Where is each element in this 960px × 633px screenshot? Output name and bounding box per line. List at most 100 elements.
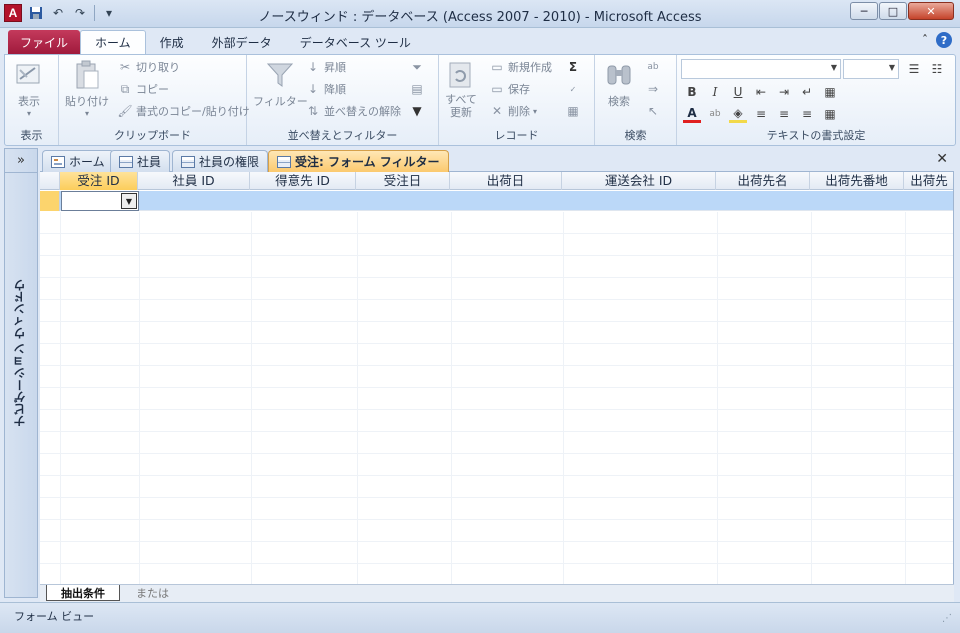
column-header[interactable]: 得意先 ID: [250, 172, 356, 190]
navigation-pane[interactable]: » ナビゲーション ウィンドウ: [4, 148, 38, 598]
delete-record-label: 削除: [508, 105, 530, 118]
select-button[interactable]: ↖: [645, 101, 661, 121]
order-id-criteria-combo[interactable]: ▼: [61, 191, 139, 211]
font-name-dropdown[interactable]: ▼: [681, 59, 841, 79]
italic-icon[interactable]: I: [706, 83, 724, 101]
refresh-all-button[interactable]: すべて 更新: [445, 59, 477, 119]
paragraph-row: B I U ⇤ ⇥ ↵ ▦: [683, 83, 839, 101]
cut-button[interactable]: ✂ 切り取り: [117, 57, 180, 77]
close-button[interactable]: ✕: [908, 2, 954, 20]
column-header[interactable]: 出荷先名: [716, 172, 810, 190]
save-record-icon: ▭: [491, 82, 503, 96]
doc-tab-employees[interactable]: 社員: [110, 150, 171, 172]
view-button[interactable]: 表示 ▾: [13, 59, 45, 118]
table-icon: [277, 155, 291, 168]
column-header[interactable]: 受注 ID: [60, 172, 138, 190]
empty-grid-area: [40, 212, 953, 584]
window-title: ノースウィンド : データベース (Access 2007 - 2010) - …: [258, 10, 702, 25]
grid-line: [563, 212, 564, 584]
replace-button[interactable]: ab: [645, 57, 661, 77]
tab-create[interactable]: 作成: [146, 30, 198, 54]
close-document-icon[interactable]: ✕: [936, 151, 948, 167]
more-records-button[interactable]: ▦: [565, 101, 581, 121]
increase-indent-icon[interactable]: ⇥: [775, 83, 793, 101]
doc-tab-home[interactable]: ホーム: [42, 150, 114, 172]
collapse-ribbon-icon[interactable]: ˆ: [922, 33, 928, 47]
doc-tab-orders-filter[interactable]: 受注: フォーム フィルター: [268, 150, 449, 172]
sort-descending-button[interactable]: ↓ 降順: [305, 79, 346, 99]
chevron-down-icon[interactable]: ▼: [121, 193, 137, 209]
tab-home[interactable]: ホーム: [80, 30, 146, 54]
column-header-row: 受注 ID 社員 ID 得意先 ID 受注日 出荷日 運送会社 ID 出荷先名 …: [40, 172, 953, 190]
tab-file[interactable]: ファイル: [8, 30, 81, 54]
criteria-row[interactable]: [40, 191, 953, 211]
grid-line: [139, 212, 140, 584]
group-text-format-label: テキストの書式設定: [766, 129, 866, 142]
align-center-icon[interactable]: ≡: [775, 105, 793, 123]
delete-record-button[interactable]: ✕ 削除 ▾: [489, 101, 537, 121]
scissors-icon: ✂: [119, 60, 131, 74]
column-header[interactable]: 出荷先番地: [810, 172, 904, 190]
gridlines-icon[interactable]: ▦: [821, 83, 839, 101]
column-header[interactable]: 出荷日: [450, 172, 562, 190]
font-color-icon[interactable]: A: [683, 105, 701, 123]
group-records: すべて 更新 ▭ 新規作成 ▭ 保存 ✕ 削除 ▾ Σ ✓ ▦ レコード: [439, 55, 595, 145]
new-record-icon: ▭: [491, 60, 503, 74]
select-all-corner[interactable]: [40, 172, 60, 190]
maximize-button[interactable]: □: [879, 2, 907, 20]
underline-icon[interactable]: U: [729, 83, 747, 101]
bold-icon[interactable]: B: [683, 83, 701, 101]
column-header[interactable]: 社員 ID: [138, 172, 250, 190]
sort-ascending-button[interactable]: ↓ 昇順: [305, 57, 346, 77]
spelling-button[interactable]: ✓: [565, 79, 581, 99]
nav-expand-button[interactable]: »: [5, 149, 37, 173]
doc-tab-employee-permissions[interactable]: 社員の権限: [172, 150, 269, 172]
decrease-indent-icon[interactable]: ⇤: [752, 83, 770, 101]
text-direction-icon[interactable]: ↵: [798, 83, 816, 101]
tab-database-tools[interactable]: データベース ツール: [286, 30, 425, 54]
bullet-list-icon[interactable]: ☰: [905, 60, 923, 78]
paste-button[interactable]: 貼り付け ▾: [65, 59, 109, 118]
filter-button[interactable]: フィルター: [253, 59, 308, 109]
align-right-icon[interactable]: ≡: [798, 105, 816, 123]
selection-filter-button[interactable]: ⏷: [409, 57, 425, 77]
numbered-list-icon[interactable]: ☷: [928, 60, 946, 78]
copy-label: コピー: [136, 83, 169, 96]
clear-sort-button[interactable]: ⇅ 並べ替えの解除: [305, 101, 401, 121]
find-button[interactable]: 検索: [603, 59, 635, 109]
column-header[interactable]: 運送会社 ID: [562, 172, 716, 190]
toggle-filter-button[interactable]: ▼: [409, 101, 425, 121]
goto-button[interactable]: ⇒: [645, 79, 661, 99]
tab-criteria[interactable]: 抽出条件: [46, 585, 120, 601]
advanced-filter-button[interactable]: ▤: [409, 79, 425, 99]
grid-line: [717, 212, 718, 584]
new-record-button[interactable]: ▭ 新規作成: [489, 57, 552, 77]
sort-descending-label: 降順: [324, 83, 346, 96]
clear-sort-icon: ⇅: [307, 104, 319, 118]
borders-icon[interactable]: ▦: [821, 105, 839, 123]
save-record-button[interactable]: ▭ 保存: [489, 79, 530, 99]
row-selector[interactable]: [40, 191, 60, 211]
font-size-dropdown[interactable]: ▼: [843, 59, 899, 79]
copy-button[interactable]: ⧉ コピー: [117, 79, 169, 99]
highlight-icon[interactable]: ab: [706, 105, 724, 123]
navigation-pane-label[interactable]: ナビゲーション ウィンドウ: [11, 279, 31, 427]
grid-line: [251, 212, 252, 584]
totals-button[interactable]: Σ: [565, 57, 581, 77]
doc-tab-label: 社員: [137, 155, 162, 169]
doc-tab-label: 社員の権限: [199, 155, 260, 169]
fill-color-icon[interactable]: ◈: [729, 105, 747, 123]
align-left-icon[interactable]: ≡: [752, 105, 770, 123]
help-icon[interactable]: ?: [936, 32, 952, 48]
tab-external-data[interactable]: 外部データ: [198, 30, 286, 54]
refresh-icon: [445, 59, 477, 91]
resize-grip-icon[interactable]: ⋰: [942, 613, 952, 624]
column-header[interactable]: 受注日: [356, 172, 450, 190]
advanced-filter-icon: ▤: [411, 82, 423, 96]
group-view: 表示 ▾ 表示: [5, 55, 59, 145]
tab-or[interactable]: または: [122, 585, 183, 601]
format-painter-button[interactable]: 🖌 書式のコピー/貼り付け: [117, 101, 249, 121]
ribbon-right-controls: ˆ ?: [922, 32, 952, 48]
minimize-button[interactable]: ─: [850, 2, 878, 20]
column-header[interactable]: 出荷先: [904, 172, 953, 190]
